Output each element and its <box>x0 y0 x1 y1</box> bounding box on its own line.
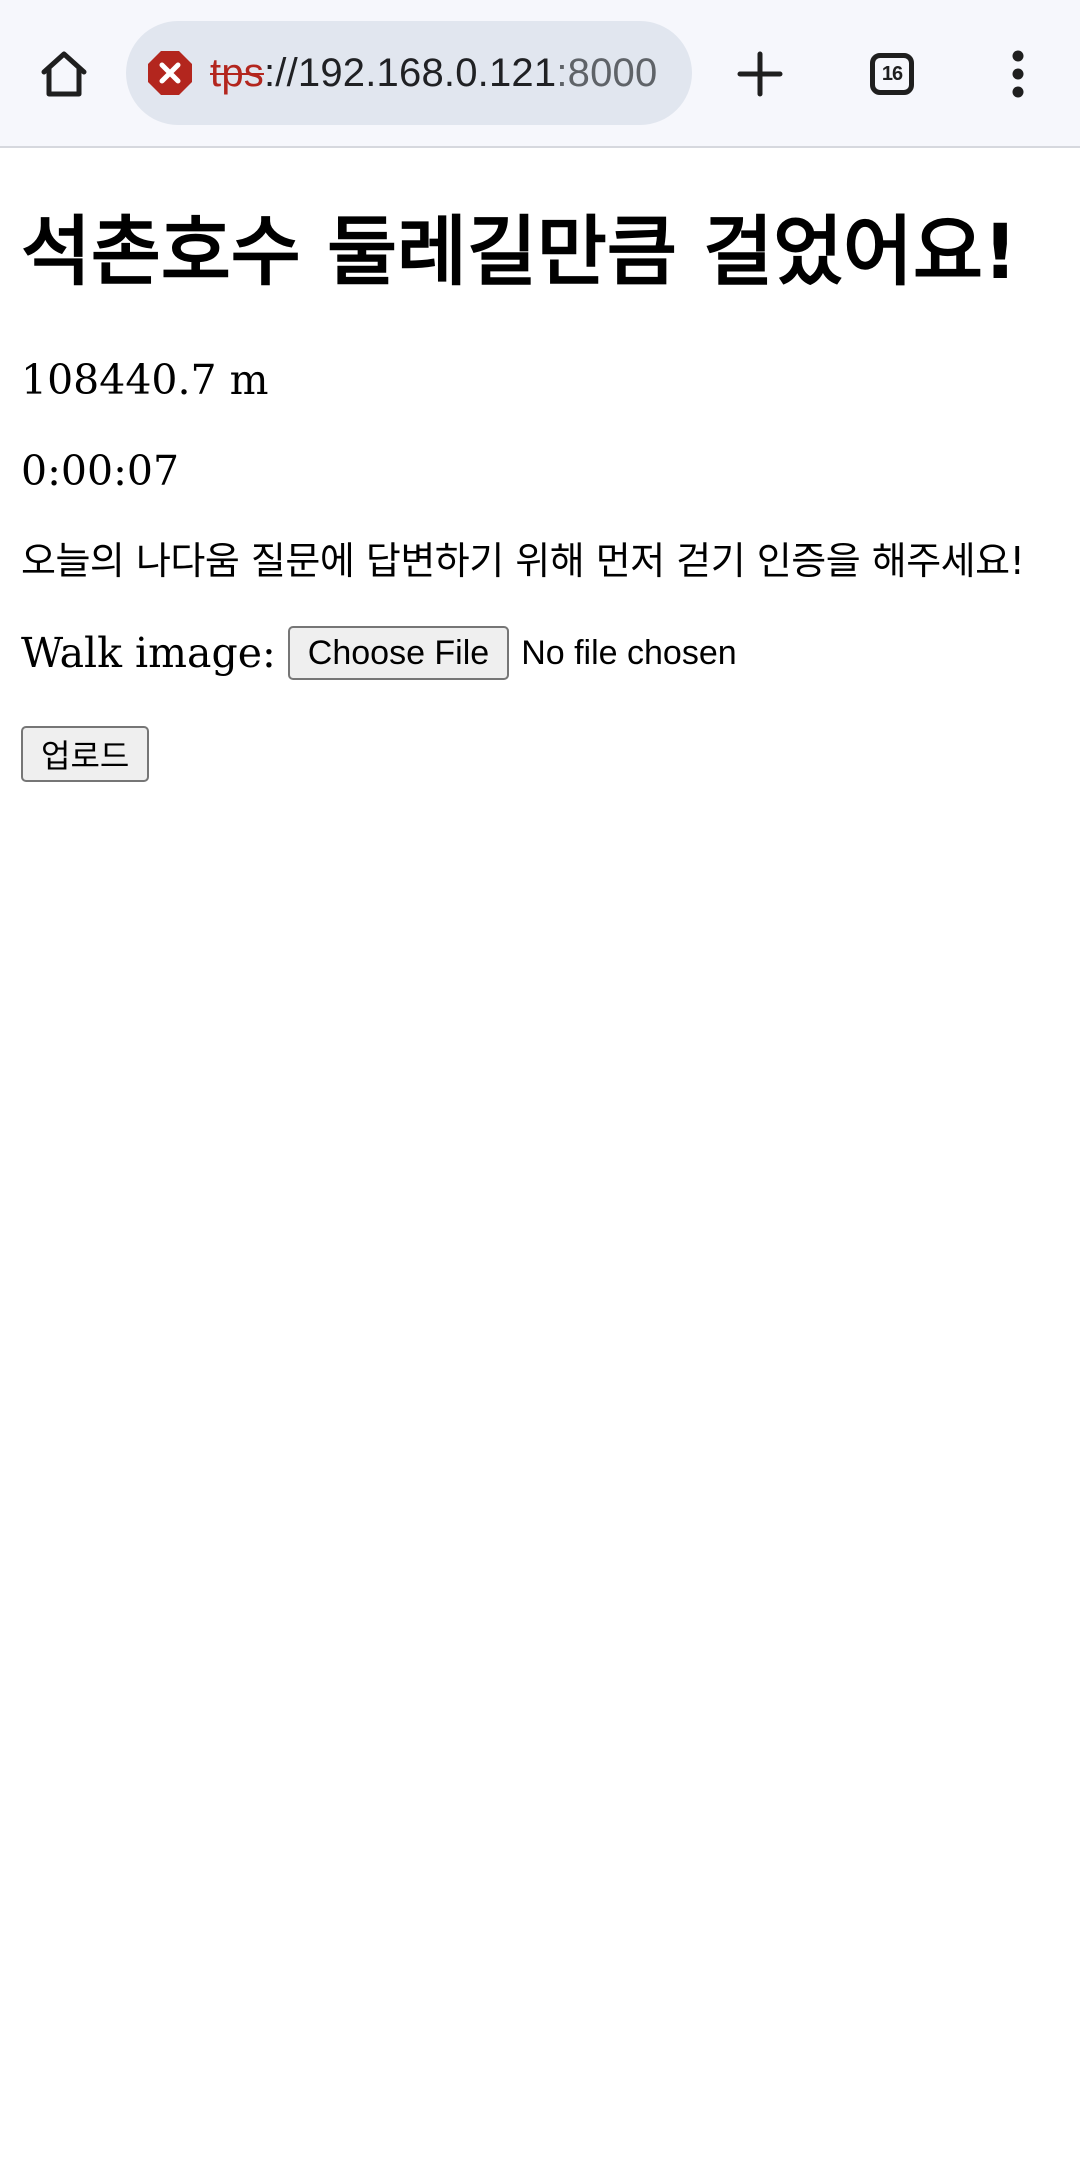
choose-file-button[interactable]: Choose File <box>287 626 510 680</box>
more-vert-icon <box>1012 50 1024 98</box>
url-host: ://192.168.0.121 <box>263 50 557 95</box>
file-status-text: No file chosen <box>521 633 737 672</box>
page-title: 석촌호수 둘레길만큼 걸었어요! <box>21 207 1018 296</box>
tab-count: 16 <box>881 62 903 85</box>
walk-image-field: Walk image: Choose File No file chosen <box>21 626 737 680</box>
home-icon <box>41 51 87 97</box>
browser-menu-button[interactable] <box>978 34 1058 114</box>
url-port: :8000 <box>556 50 658 95</box>
home-button[interactable] <box>24 34 104 114</box>
tab-switcher-button[interactable]: 16 <box>852 34 932 114</box>
walk-verification-prompt: 오늘의 나다움 질문에 답변하기 위해 먼저 걷기 인증을 해주세요! <box>21 539 1025 583</box>
tab-switcher-icon: 16 <box>870 53 914 95</box>
browser-toolbar: tps://192.168.0.121:8000 16 <box>0 0 1080 148</box>
walk-image-label: Walk image: <box>21 629 276 677</box>
not-secure-icon[interactable] <box>144 47 196 99</box>
distance-value: 108440.7 m <box>21 356 269 404</box>
plus-icon <box>737 51 783 97</box>
upload-button[interactable]: 업로드 <box>21 726 150 782</box>
new-tab-button[interactable] <box>720 34 800 114</box>
url-text[interactable]: tps://192.168.0.121:8000 <box>210 51 657 96</box>
address-bar[interactable]: tps://192.168.0.121:8000 <box>126 21 692 125</box>
url-scheme: tps <box>210 50 264 95</box>
elapsed-time: 0:00:07 <box>21 447 180 495</box>
